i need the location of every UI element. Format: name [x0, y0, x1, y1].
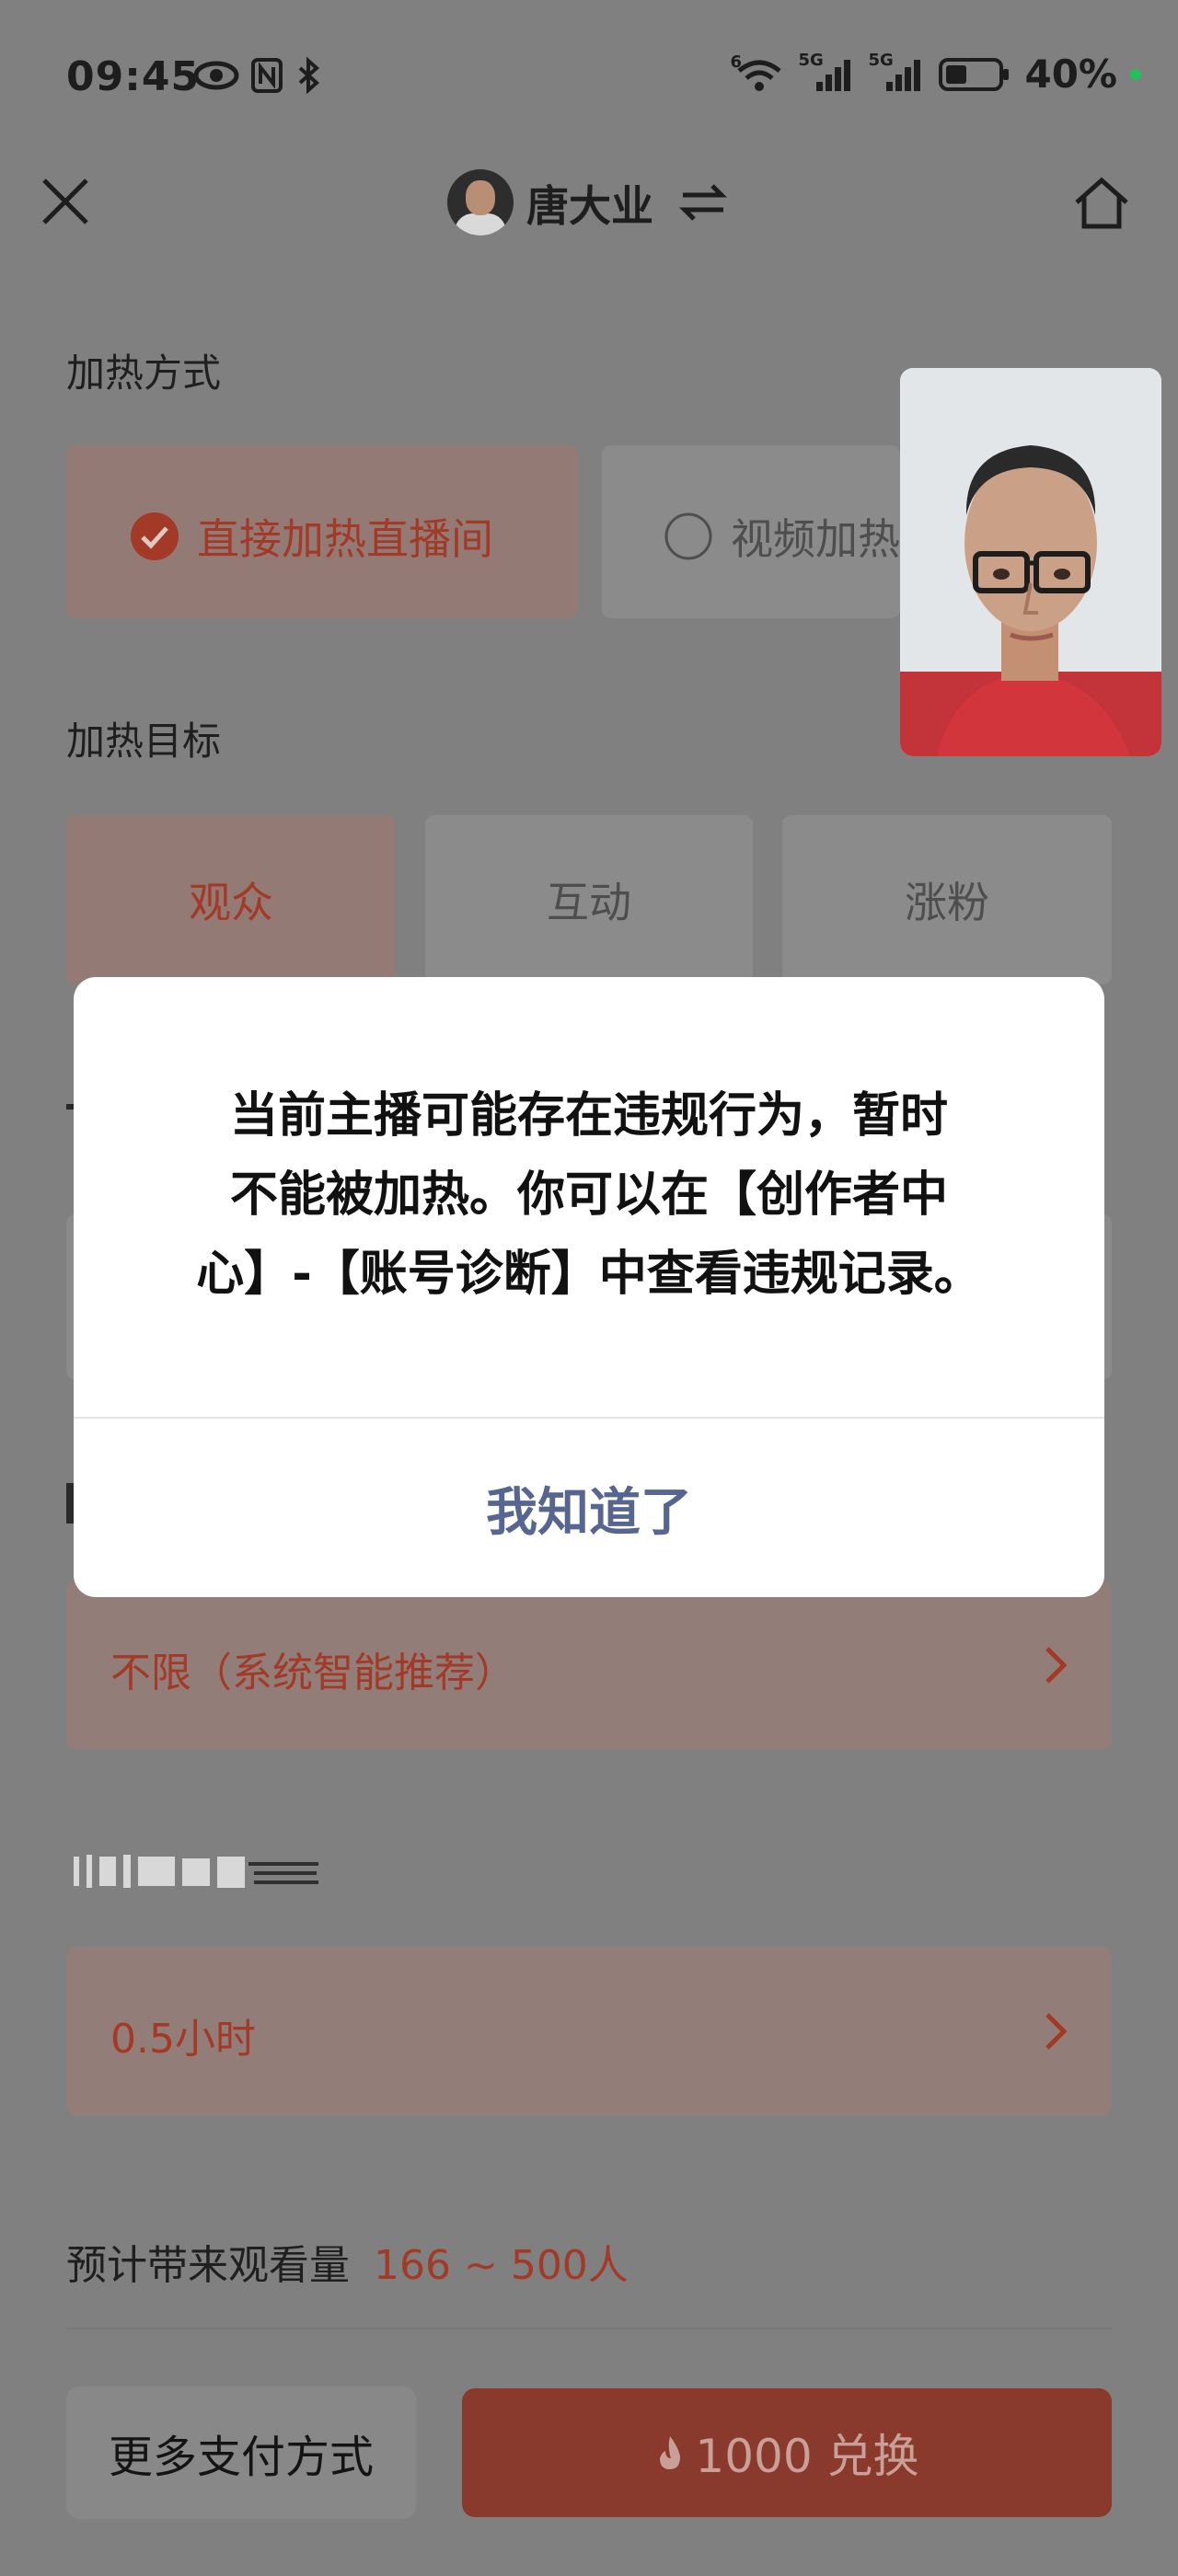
checked-circle-icon [131, 512, 179, 560]
heat-target-option-followers[interactable]: 涨粉 [782, 815, 1112, 984]
video-call-pip[interactable] [900, 368, 1161, 756]
estimate-label: 预计带来观看量 [66, 2242, 350, 2289]
dialog-message-line: 不能被加热。你可以在【创作者中 [229, 1167, 948, 1223]
chevron-right-icon [1045, 1647, 1068, 1684]
status-icons-right: 6 5G 5G 40% [730, 51, 1141, 97]
heat-method-option-direct[interactable]: 直接加热直播间 [66, 445, 578, 618]
status-icons-left [193, 57, 322, 94]
dialog-message-line: 当前主播可能存在违规行为，暂时 [229, 1088, 948, 1144]
duration-selector[interactable]: 0.5小时 [66, 1947, 1112, 2116]
heat-method-option-label: 直接加热直播间 [197, 514, 493, 564]
battery-percent: 40% [1024, 52, 1117, 97]
switch-account-icon[interactable] [679, 180, 727, 224]
wifi-icon: 6 [730, 52, 785, 93]
heat-target-label: 加热目标 [66, 719, 222, 764]
redeem-button[interactable]: 1000 兑换 [462, 2388, 1112, 2517]
flame-icon [660, 2436, 681, 2469]
heat-target-option-label: 涨粉 [905, 878, 989, 927]
privacy-indicator-dot [1130, 68, 1141, 80]
battery-icon [939, 57, 1010, 91]
heat-method-option-video[interactable]: 视频加热 [602, 445, 900, 618]
estimate-value: 166 ~ 500人 [374, 2242, 629, 2289]
heat-target-option-viewers[interactable]: 观众 [66, 815, 396, 984]
account-name[interactable]: 唐大业 [526, 173, 653, 234]
signal-icon-1: 5G [798, 51, 855, 93]
heat-target-option-interaction[interactable]: 互动 [425, 815, 753, 984]
status-time: 09:45 [66, 53, 201, 100]
nfc-icon [251, 58, 283, 93]
audience-value: 不限（系统智能推荐） [110, 1650, 515, 1696]
estimate-row: 预计带来观看量 166 ~ 500人 [66, 2232, 629, 2291]
heat-method-option-label: 视频加热 [731, 514, 900, 564]
audience-selector[interactable]: 不限（系统智能推荐） [66, 1581, 1112, 1750]
heat-method-label: 加热方式 [66, 351, 222, 396]
bluetooth-icon [298, 57, 320, 94]
heat-target-option-label: 观众 [189, 878, 273, 927]
heat-target-option-label: 互动 [547, 878, 631, 927]
radio-circle-icon [664, 512, 712, 560]
avatar[interactable] [447, 169, 514, 236]
camera-preview-image [900, 368, 1161, 756]
redeem-label: 1000 兑换 [695, 2430, 919, 2483]
close-icon[interactable] [37, 173, 94, 230]
violation-alert-dialog: 当前主播可能存在违规行为，暂时 不能被加热。你可以在【创作者中 心】-【账号诊断… [74, 977, 1104, 1597]
divider [66, 2328, 1112, 2329]
duration-value: 0.5小时 [110, 2016, 256, 2063]
dialog-message: 当前主播可能存在违规行为，暂时 不能被加热。你可以在【创作者中 心】-【账号诊断… [156, 1076, 1022, 1314]
dialog-message-line: 心】-【账号诊断】中查看违规记录。 [196, 1247, 982, 1302]
chevron-right-icon [1045, 2013, 1068, 2050]
more-payment-methods-button[interactable]: 更多支付方式 [66, 2386, 416, 2519]
dialog-confirm-button[interactable]: 我知道了 [74, 1419, 1104, 1597]
signal-icon-2: 5G [868, 51, 925, 93]
redacted-label [74, 1855, 318, 1888]
eye-icon [193, 61, 239, 90]
home-icon[interactable] [1071, 175, 1132, 232]
